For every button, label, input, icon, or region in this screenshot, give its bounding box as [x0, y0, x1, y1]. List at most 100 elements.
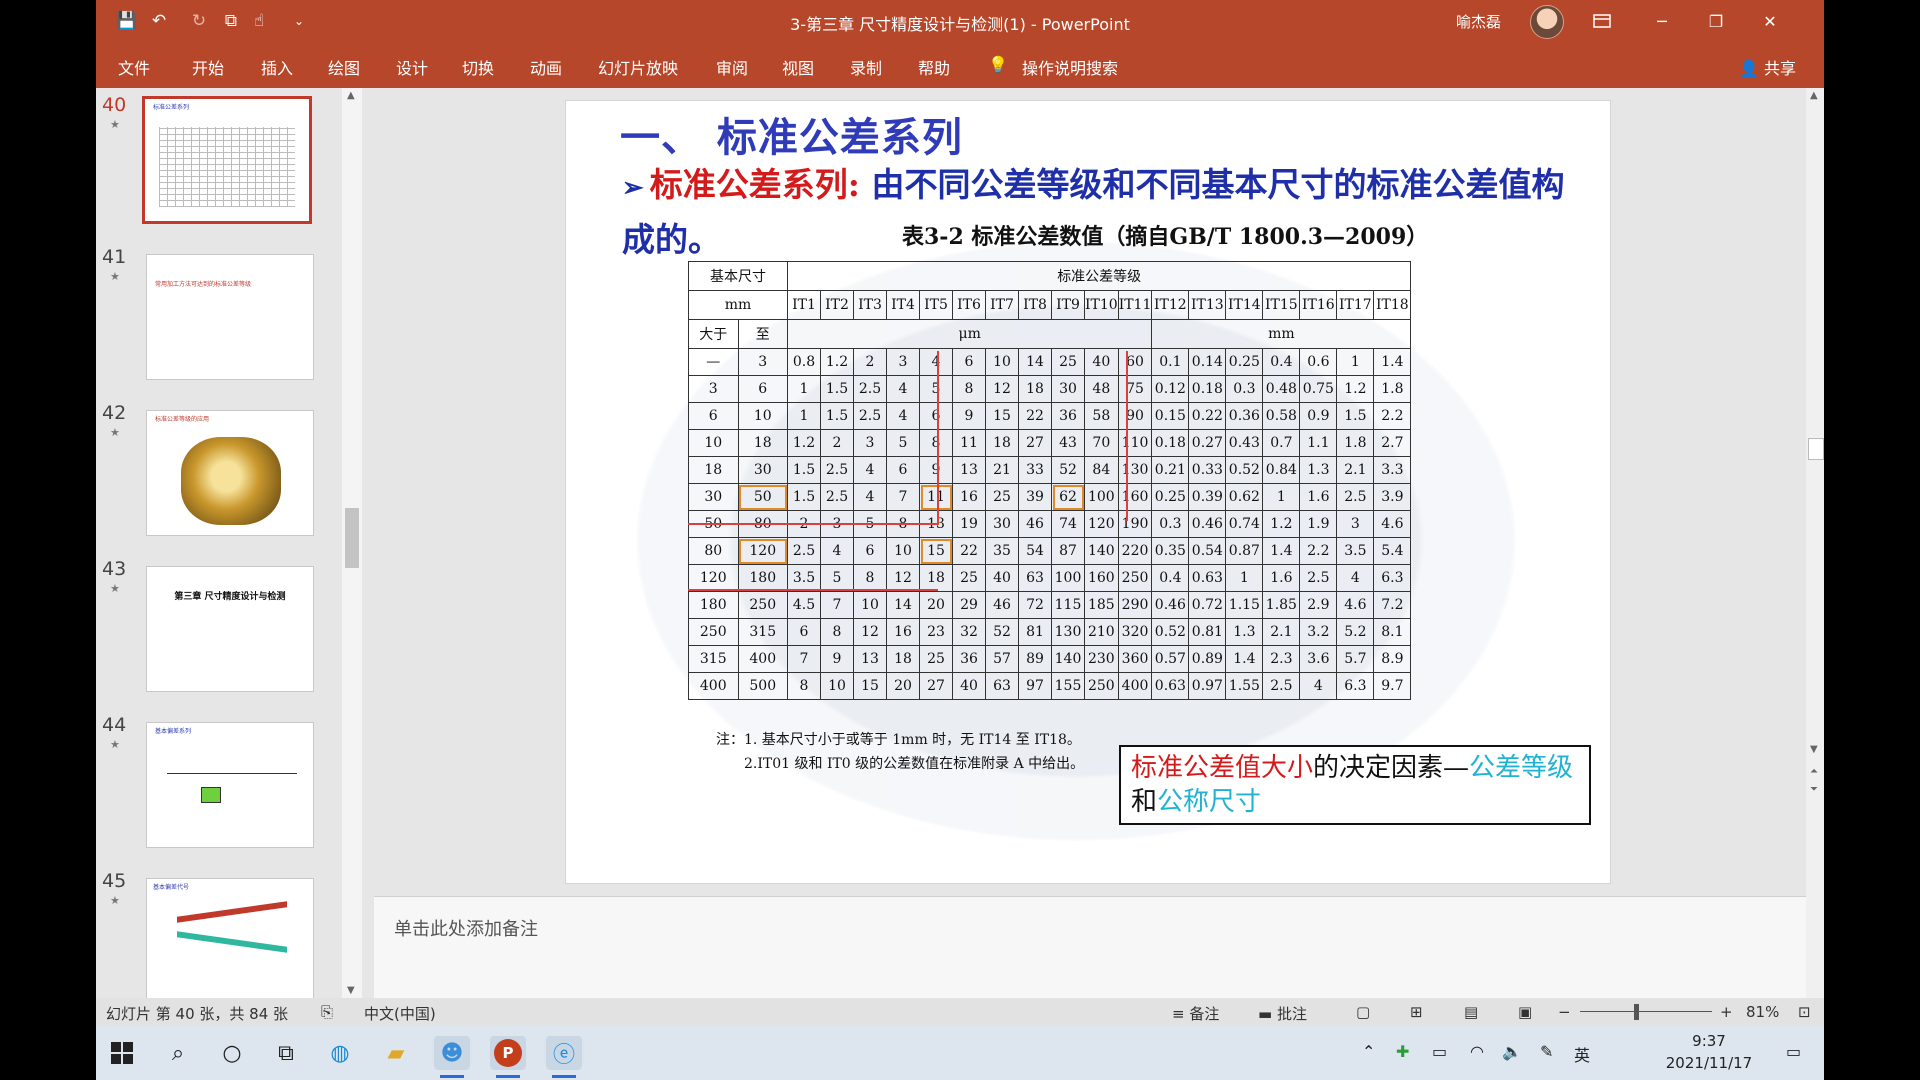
- table-row: 400 500 8 10 15 20 27 40 63 97 155 250 400 0.63 0.97 1.…: [688, 672, 1412, 700]
- edge-icon[interactable]: ◍: [322, 1036, 358, 1070]
- table-cell: 0.58: [1262, 402, 1301, 430]
- tab-review[interactable]: 审阅: [716, 55, 748, 79]
- previous-slide-icon[interactable]: ⏶: [1810, 766, 1818, 777]
- tab-file[interactable]: 文件: [118, 55, 150, 79]
- comments-toggle[interactable]: ▬ 批注: [1258, 1003, 1307, 1024]
- table-cell: 0.84: [1262, 456, 1301, 484]
- share-label: 共享: [1763, 59, 1796, 78]
- thumbnail-scroll-thumb[interactable]: [345, 508, 359, 568]
- unit-um: μm: [786, 319, 1153, 349]
- share-button[interactable]: 👤 共享: [1739, 55, 1796, 79]
- table-cell: 10: [886, 537, 920, 565]
- fit-slide-icon[interactable]: ⊡: [1798, 1003, 1811, 1021]
- slide-counter[interactable]: 幻灯片 第 40 张，共 84 张: [106, 1003, 288, 1024]
- table-row: —3 0.8 1.2 2 3 4 6 10 14 25 40 60 0.1 0.14 0.25 0.4 0.6 1…: [688, 348, 1412, 376]
- slide-heading[interactable]: 一、 标准公差系列: [620, 105, 963, 163]
- slide-thumbnail-41[interactable]: 常用加工方法可达到的标准公差等级: [146, 254, 314, 380]
- notes-pane[interactable]: 单击此处添加备注: [374, 896, 1806, 999]
- callout-box[interactable]: 标准公差值大小的决定因素—公差等级和公称尺寸: [1119, 745, 1591, 825]
- table-cell: —: [688, 348, 739, 376]
- task-view-icon[interactable]: ⧉: [268, 1036, 304, 1070]
- minimize-button[interactable]: ─: [1634, 0, 1690, 42]
- notification-icon[interactable]: ▭: [1786, 1042, 1801, 1061]
- zoom-slider-thumb[interactable]: [1634, 1004, 1639, 1020]
- accessibility-icon[interactable]: ⎘: [321, 1003, 333, 1021]
- tab-slideshow[interactable]: 幻灯片放映: [598, 55, 678, 79]
- pen-icon[interactable]: ✎: [1540, 1042, 1553, 1061]
- tab-record[interactable]: 录制: [850, 55, 882, 79]
- table-cell: 11: [952, 429, 986, 457]
- zoom-slider[interactable]: [1580, 1011, 1712, 1012]
- cortana-icon[interactable]: ○: [214, 1036, 250, 1070]
- tab-home[interactable]: 开始: [192, 55, 224, 79]
- wifi-icon[interactable]: ◠: [1470, 1042, 1484, 1061]
- reading-view-icon[interactable]: ▤: [1464, 1003, 1478, 1021]
- tab-draw[interactable]: 绘图: [328, 55, 360, 79]
- slide-thumbnail-44[interactable]: 基本偏差系列: [146, 722, 314, 848]
- user-name[interactable]: 喻杰磊: [1456, 11, 1501, 32]
- slide-scrollbar[interactable]: ▲ ▼ ⏶ ⏷: [1806, 88, 1824, 998]
- search-icon[interactable]: ⌕: [160, 1036, 196, 1070]
- thumb-preview-text: 标准公差系列: [153, 104, 190, 111]
- zoom-out-icon[interactable]: −: [1558, 1003, 1571, 1021]
- scroll-down-icon[interactable]: ▼: [347, 985, 355, 996]
- slide-scroll-thumb[interactable]: [1808, 438, 1824, 460]
- tab-view[interactable]: 视图: [782, 55, 814, 79]
- powerpoint-taskbar-icon[interactable]: P: [490, 1036, 526, 1078]
- thumbnail-scrollbar[interactable]: ▲ ▼: [342, 88, 362, 998]
- slideshow-icon[interactable]: ▣: [1518, 1003, 1532, 1021]
- star-icon: ★: [110, 270, 120, 283]
- ribbon-display-icon[interactable]: [1574, 0, 1630, 42]
- slide-thumbnail-42[interactable]: 标准公差等级的应用: [146, 410, 314, 536]
- tab-animations[interactable]: 动画: [530, 55, 562, 79]
- notes-placeholder[interactable]: 单击此处添加备注: [394, 915, 538, 941]
- scroll-up-icon[interactable]: ▲: [1810, 90, 1818, 101]
- file-explorer-icon[interactable]: ▰: [378, 1036, 414, 1070]
- table-cell: 5.7: [1336, 645, 1375, 673]
- chevron-up-icon[interactable]: ⌃: [1362, 1042, 1375, 1061]
- slide-canvas[interactable]: 一、 标准公差系列 ➢ 标准公差系列: 由不同公差等级和不同基本尺寸的标准公差值构…: [565, 100, 1611, 884]
- normal-view-icon[interactable]: ▢: [1356, 1003, 1370, 1021]
- table-cell: 0.7: [1262, 429, 1301, 457]
- tab-design[interactable]: 设计: [396, 55, 428, 79]
- slide-thumbnail-40[interactable]: 标准公差系列: [142, 96, 312, 224]
- slide-thumbnail-43[interactable]: 第三章 尺寸精度设计与检测: [146, 566, 314, 692]
- table-cell: 11: [919, 483, 953, 511]
- scroll-down-icon[interactable]: ▼: [1810, 744, 1818, 755]
- table-cell: 18: [1018, 375, 1052, 403]
- internet-explorer-icon[interactable]: ⓔ: [546, 1036, 582, 1078]
- thumb-preview-text: 第三章 尺寸精度设计与检测: [174, 592, 286, 602]
- next-slide-icon[interactable]: ⏷: [1810, 784, 1818, 795]
- table-cell: 0.43: [1225, 429, 1264, 457]
- slide-thumbnail-45[interactable]: 基本偏差代号: [146, 878, 314, 1004]
- clock[interactable]: 9:37 2021/11/17: [1654, 1030, 1764, 1074]
- table-cell: 110: [1117, 429, 1153, 457]
- tab-help[interactable]: 帮助: [918, 55, 950, 79]
- input-method[interactable]: 英: [1574, 1042, 1590, 1066]
- zoom-in-icon[interactable]: +: [1720, 1003, 1733, 1021]
- security-tray-icon[interactable]: ✚: [1396, 1042, 1409, 1061]
- close-button[interactable]: ✕: [1742, 0, 1798, 42]
- windows-start-icon[interactable]: [104, 1036, 140, 1070]
- tab-transitions[interactable]: 切换: [462, 55, 494, 79]
- notes-toggle[interactable]: ≡ 备注: [1172, 1003, 1219, 1024]
- scroll-up-icon[interactable]: ▲: [347, 90, 355, 101]
- table-cell: 1: [787, 375, 821, 403]
- slide-sorter-icon[interactable]: ⊞: [1410, 1003, 1423, 1021]
- lightbulb-icon[interactable]: 💡: [988, 55, 1008, 74]
- table-cell: 4: [853, 456, 887, 484]
- tab-insert[interactable]: 插入: [261, 55, 293, 79]
- battery-icon[interactable]: ▭: [1432, 1042, 1447, 1061]
- volume-icon[interactable]: 🔈: [1502, 1042, 1522, 1061]
- tolerance-table[interactable]: 基本尺寸 标准公差等级 mm IT1 IT2 IT3 IT4 IT5 IT6 IT7 IT8 I…: [688, 261, 1412, 700]
- table-cell: 60: [1117, 348, 1153, 376]
- table-cell: 1.85: [1262, 591, 1301, 619]
- table-cell: 1.6: [1299, 483, 1338, 511]
- tell-me-search[interactable]: 操作说明搜索: [1022, 55, 1118, 79]
- maximize-button[interactable]: ❐: [1688, 0, 1744, 42]
- col-to: 至: [737, 319, 788, 349]
- zoom-level[interactable]: 81%: [1746, 1003, 1779, 1021]
- language-indicator[interactable]: 中文(中国): [364, 1003, 436, 1024]
- avatar[interactable]: [1530, 5, 1564, 39]
- live-app-icon[interactable]: ☻: [434, 1036, 470, 1078]
